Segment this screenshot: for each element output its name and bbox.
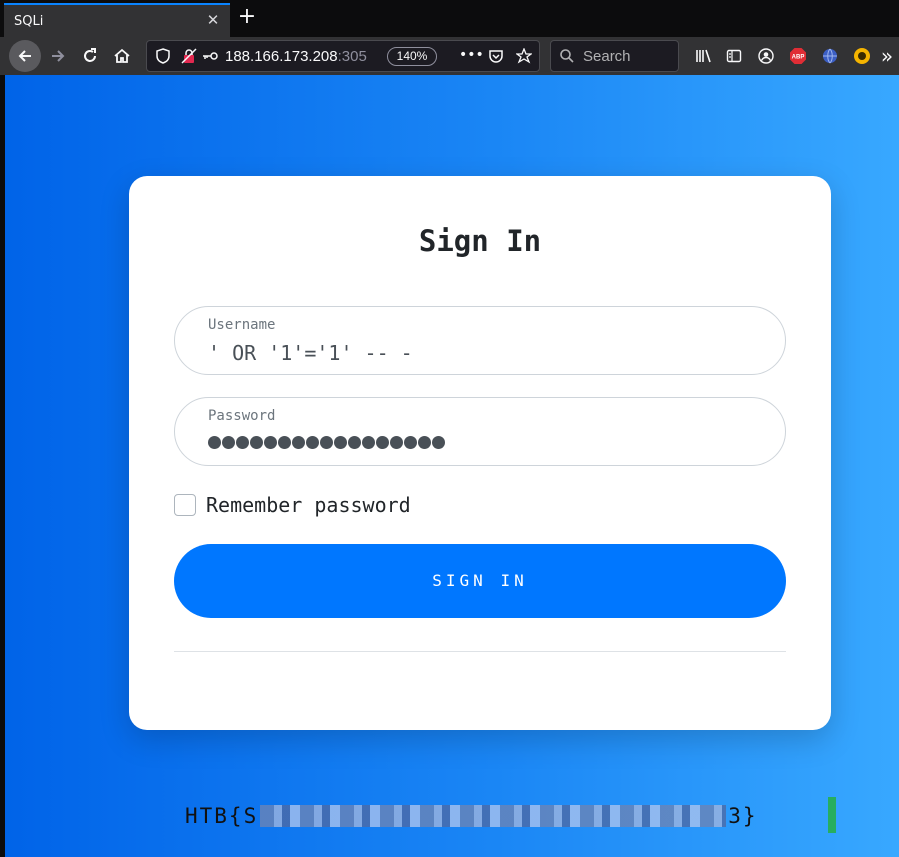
password-dot	[432, 436, 445, 449]
page-title: Sign In	[418, 224, 542, 258]
home-icon	[114, 48, 130, 63]
back-arrow-icon	[18, 50, 31, 62]
flag-redacted-blur	[260, 805, 727, 827]
username-input[interactable]: ' OR '1'='1' -- -	[208, 341, 413, 365]
password-input[interactable]	[208, 436, 445, 449]
close-tab-icon[interactable]: ✕	[204, 11, 222, 29]
password-dot	[222, 436, 235, 449]
divider	[174, 651, 786, 652]
pocket-icon[interactable]	[488, 48, 504, 64]
vpn-extension-button[interactable]	[816, 42, 844, 70]
forward-arrow-icon	[52, 50, 65, 62]
search-icon	[560, 49, 574, 63]
password-dot	[362, 436, 375, 449]
library-button[interactable]	[690, 42, 718, 70]
remember-password-checkbox[interactable]	[174, 494, 196, 516]
page-actions-menu[interactable]: •••	[459, 47, 484, 63]
navigation-toolbar: 188.166.173.208:305 140% ••• Search ABP …	[0, 37, 899, 75]
window-left-edge	[0, 75, 5, 857]
search-box[interactable]: Search	[550, 40, 679, 72]
password-label: Password	[208, 408, 276, 424]
forward-button[interactable]	[44, 42, 72, 70]
sidebar-button[interactable]	[720, 42, 748, 70]
back-button[interactable]	[9, 40, 41, 72]
password-dot	[418, 436, 431, 449]
flag-text: HTB{S 3}	[185, 804, 758, 828]
reload-icon	[84, 48, 96, 62]
globe-icon	[823, 48, 837, 64]
insecure-lock-icon[interactable]	[181, 48, 197, 64]
library-icon	[696, 49, 711, 63]
bookmark-star-icon[interactable]	[516, 48, 532, 64]
key-icon[interactable]	[201, 48, 219, 64]
new-tab-button[interactable]: +	[236, 6, 258, 28]
password-dot	[208, 436, 221, 449]
flag-suffix: 3}	[728, 804, 758, 828]
tab-title: SQLi	[14, 13, 44, 29]
password-dot	[334, 436, 347, 449]
password-dot	[236, 436, 249, 449]
password-dot	[376, 436, 389, 449]
scroll-indicator-mark	[828, 797, 836, 833]
password-dot	[264, 436, 277, 449]
search-placeholder: Search	[583, 48, 631, 65]
password-dot	[250, 436, 263, 449]
svg-text:ABP: ABP	[792, 55, 805, 61]
password-dot	[292, 436, 305, 449]
password-dot	[306, 436, 319, 449]
password-dot	[404, 436, 417, 449]
shield-icon[interactable]	[155, 48, 171, 64]
username-label: Username	[208, 317, 276, 333]
sign-in-button[interactable]: SIGN IN	[174, 544, 786, 618]
password-dot	[348, 436, 361, 449]
extension-button[interactable]	[848, 42, 876, 70]
zoom-indicator[interactable]: 140%	[387, 47, 437, 66]
ring-extension-icon	[854, 48, 870, 64]
page-viewport: Sign In Username ' OR '1'='1' -- - Passw…	[0, 75, 899, 857]
address-bar[interactable]: 188.166.173.208:305 140% •••	[146, 40, 540, 72]
password-dot	[390, 436, 403, 449]
adblock-plus-icon: ABP	[790, 48, 806, 64]
password-field[interactable]: Password	[174, 397, 786, 466]
tab-strip: SQLi ✕ +	[0, 0, 899, 37]
remember-password-label[interactable]: Remember password	[206, 493, 411, 517]
url-port: :305	[337, 48, 367, 65]
remember-password-row[interactable]: Remember password	[174, 493, 411, 517]
account-icon	[758, 48, 774, 64]
url-text[interactable]: 188.166.173.208:305	[225, 48, 367, 65]
username-field[interactable]: Username ' OR '1'='1' -- -	[174, 306, 786, 375]
sidebar-icon	[726, 49, 742, 63]
sign-in-card: Sign In Username ' OR '1'='1' -- - Passw…	[129, 176, 831, 730]
password-dot	[278, 436, 291, 449]
home-button[interactable]	[108, 42, 136, 70]
tab-sqli[interactable]: SQLi ✕	[4, 3, 230, 37]
account-button[interactable]	[752, 42, 780, 70]
flag-prefix: HTB{S	[185, 804, 259, 828]
reload-button[interactable]	[76, 42, 104, 70]
password-dot	[320, 436, 333, 449]
url-host: 188.166.173.208	[225, 48, 338, 65]
overflow-menu-button[interactable]: »	[876, 42, 898, 70]
adblock-plus-button[interactable]: ABP	[784, 42, 812, 70]
